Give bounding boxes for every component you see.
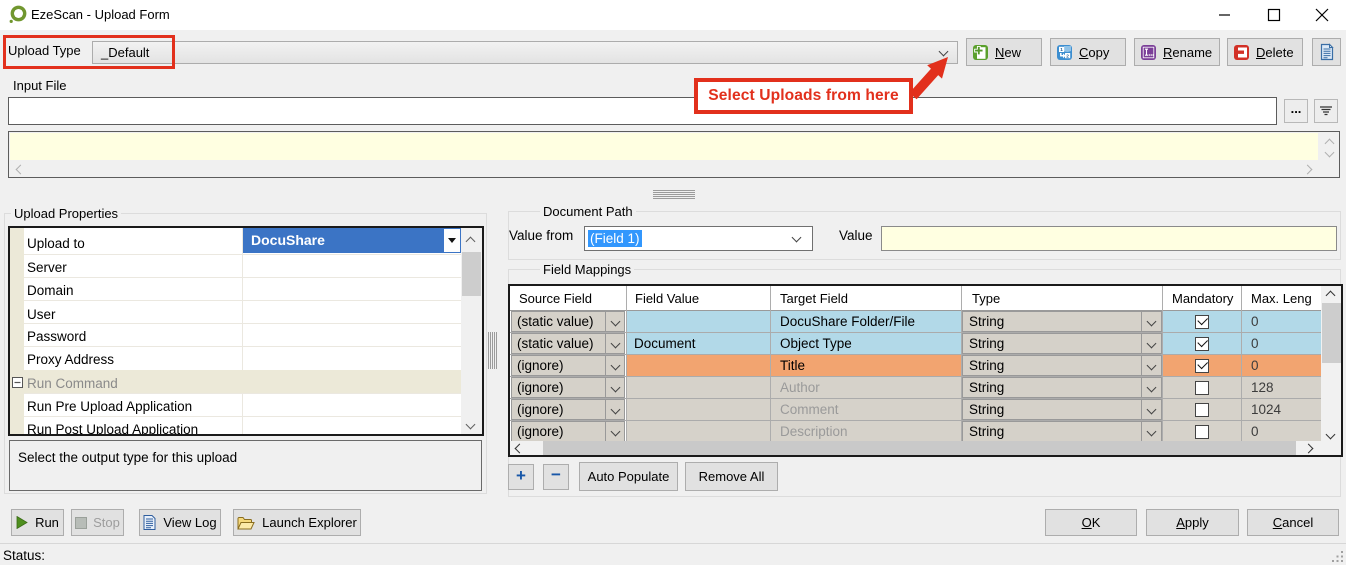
svg-text:2: 2: [1066, 53, 1069, 59]
svg-text:1: 1: [1060, 47, 1063, 53]
